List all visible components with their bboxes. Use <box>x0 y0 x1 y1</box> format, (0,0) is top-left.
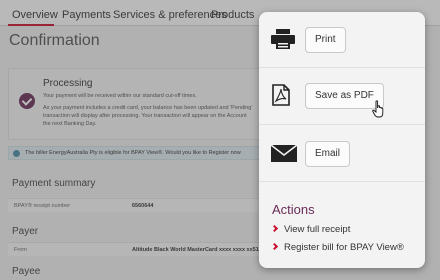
email-button[interactable]: Email <box>305 141 351 167</box>
chevron-right-icon <box>270 224 279 233</box>
actions-heading: Actions <box>272 202 315 217</box>
register-bill-bpay-view-link[interactable]: Register bill for BPAY View® <box>270 242 404 254</box>
envelope-icon <box>271 145 297 162</box>
pdf-icon <box>272 84 290 106</box>
register-bill-label: Register bill for BPAY View® <box>284 242 404 253</box>
pdf-row: Save as PDF <box>259 69 425 125</box>
email-row: Email <box>259 126 425 182</box>
view-full-receipt-label: View full receipt <box>284 224 351 235</box>
print-row: Print <box>259 12 425 68</box>
view-full-receipt-link[interactable]: View full receipt <box>270 224 351 236</box>
chevron-right-icon <box>270 242 279 251</box>
hand-cursor-icon <box>372 100 384 118</box>
printer-icon <box>271 29 295 49</box>
print-button[interactable]: Print <box>305 27 346 53</box>
share-menu-panel: Print Save as PDF Email Actions View ful… <box>259 12 425 268</box>
